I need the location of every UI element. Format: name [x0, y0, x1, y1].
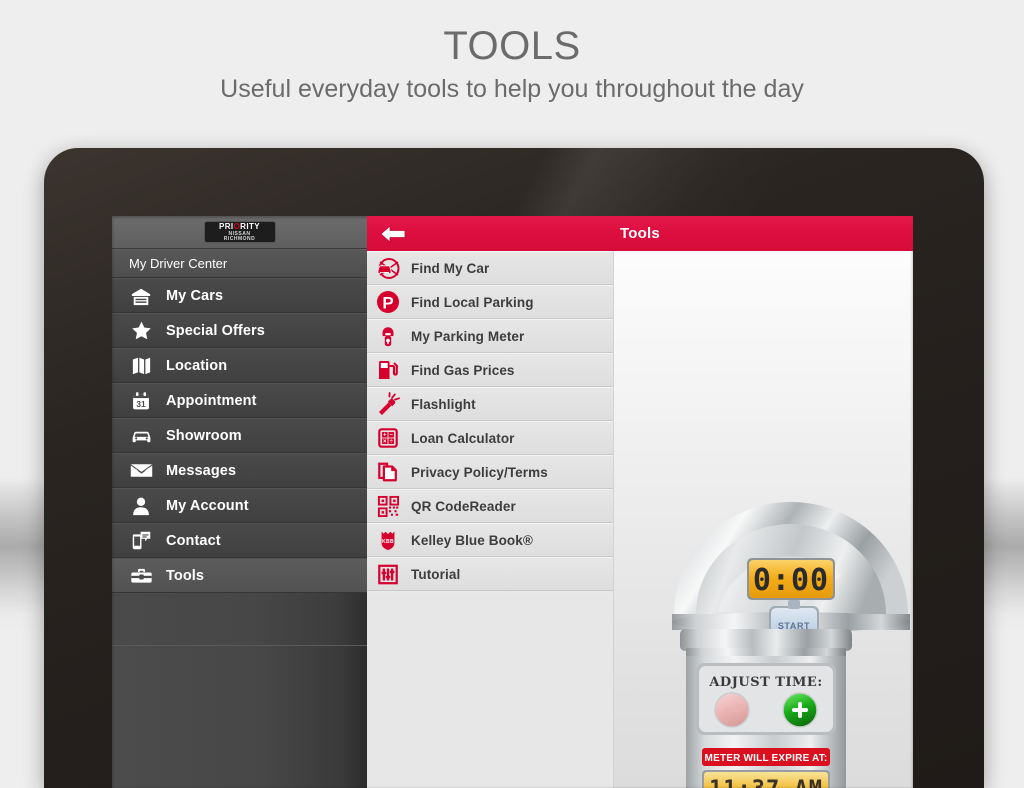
sidebar-item-contact[interactable]: Contact: [112, 523, 367, 558]
page-title: TOOLS: [443, 24, 581, 68]
topbar-title: Tools: [620, 225, 660, 242]
person-icon: [128, 495, 154, 517]
tool-row-privacy-policy-terms[interactable]: Privacy Policy/Terms: [367, 455, 613, 489]
sidebar: PRIORITY NISSAN RICHMOND My Driver Cente…: [112, 216, 367, 788]
documents-icon: [376, 460, 400, 484]
tools-list-empty-area: [367, 593, 613, 788]
tool-row-label: Flashlight: [411, 396, 476, 412]
meter-expire-label: METER WILL EXPIRE AT:: [705, 753, 828, 764]
sidebar-item-label: Location: [166, 357, 228, 374]
sidebar-header-label: My Driver Center: [129, 256, 228, 271]
logo-text-pri: PRI: [219, 221, 234, 231]
tools-list-panel: Find My Car P Find Local Parking My Parking…: [367, 216, 614, 788]
svg-text:31: 31: [136, 398, 146, 408]
sidebar-item-showroom[interactable]: Showroom: [112, 418, 367, 453]
svg-text:P: P: [382, 293, 393, 312]
sidebar-item-label: Showroom: [166, 427, 242, 444]
sidebar-item-label: Special Offers: [166, 322, 265, 339]
parking-meter-illustration: 0:00 START ADJUST TIME: METER WILL EXPIR…: [666, 496, 913, 788]
car-icon: [128, 425, 154, 447]
meter-expire-time: 11:37 AM: [709, 777, 823, 788]
content-panel: 0:00 START ADJUST TIME: METER WILL EXPIR…: [614, 216, 913, 788]
sidebar-item-label: Tools: [166, 567, 205, 584]
parking-meter-icon: [376, 324, 400, 348]
page-subtitle: Useful everyday tools to help you throug…: [220, 75, 804, 103]
sidebar-item-location[interactable]: Location: [112, 348, 367, 383]
tablet-device: PRIORITY NISSAN RICHMOND My Driver Cente…: [44, 148, 984, 788]
garage-icon: [128, 285, 154, 307]
parking-meter-svg: 0:00 START ADJUST TIME: METER WILL EXPIR…: [672, 502, 910, 788]
tablet-screen: PRIORITY NISSAN RICHMOND My Driver Cente…: [112, 216, 913, 788]
qr-code-icon: [376, 494, 400, 518]
tools-list: Find My Car P Find Local Parking My Parking…: [367, 251, 613, 591]
logo-text-rity: RITY: [240, 221, 260, 231]
sidebar-item-label: Contact: [166, 532, 221, 549]
phone-chat-icon: [128, 530, 154, 552]
headline-block: TOOLS Useful everyday tools to help you …: [0, 22, 1024, 106]
car-radar-icon: [376, 256, 400, 280]
svg-text:−: −: [389, 432, 393, 438]
dealer-logo[interactable]: PRIORITY NISSAN RICHMOND: [203, 221, 276, 243]
tool-row-tutorial[interactable]: Tutorial: [367, 557, 613, 591]
sidebar-item-special-offers[interactable]: Special Offers: [112, 313, 367, 348]
parking-p-icon: P: [376, 290, 400, 314]
tool-row-label: Find Gas Prices: [411, 362, 515, 378]
tool-row-label: QR CodeReader: [411, 498, 516, 514]
svg-text:×: ×: [383, 439, 387, 445]
sidebar-item-label: Appointment: [166, 392, 257, 409]
sidebar-header-my-driver-center[interactable]: My Driver Center: [112, 249, 367, 278]
meter-top-display: 0:00: [753, 563, 829, 598]
map-icon: [128, 355, 154, 377]
svg-text:KBB: KBB: [382, 538, 394, 544]
sidebar-item-messages[interactable]: Messages: [112, 453, 367, 488]
tool-row-label: Find My Car: [411, 260, 490, 276]
tool-row-loan-calculator[interactable]: + − × ÷ Loan Calculator: [367, 421, 613, 455]
envelope-icon: [128, 460, 154, 482]
logo-line-priority: PRIORITY: [219, 221, 260, 231]
sidebar-item-label: My Cars: [166, 287, 224, 304]
flashlight-icon: [376, 392, 400, 416]
sidebar-empty-area: [112, 645, 367, 788]
logo-line-richmond: RICHMOND: [223, 235, 256, 242]
calculator-icon: + − × ÷: [376, 426, 400, 450]
sidebar-logo-bar: PRIORITY NISSAN RICHMOND: [112, 216, 367, 249]
tool-row-find-gas-prices[interactable]: Find Gas Prices: [367, 353, 613, 387]
tool-row-label: Loan Calculator: [411, 430, 515, 446]
svg-text:+: +: [383, 432, 387, 438]
back-arrow-icon[interactable]: [379, 224, 407, 244]
tool-row-label: Privacy Policy/Terms: [411, 464, 548, 480]
sidebar-nav: My Cars Special Offers Location 31 Appointme…: [112, 278, 367, 593]
star-icon: [128, 320, 154, 342]
meter-adjust-label: ADJUST TIME:: [708, 675, 822, 690]
sidebar-item-tools[interactable]: Tools: [112, 558, 367, 593]
sidebar-item-my-cars[interactable]: My Cars: [112, 278, 367, 313]
sidebar-item-label: My Account: [166, 497, 249, 514]
tools-topbar: Tools: [367, 216, 913, 251]
tool-row-label: Tutorial: [411, 566, 461, 582]
toolbox-icon: [128, 565, 154, 587]
gas-pump-icon: [376, 358, 400, 382]
sidebar-item-appointment[interactable]: 31 Appointment: [112, 383, 367, 418]
kbb-badge-icon: KBB: [376, 528, 400, 552]
tool-row-label: Kelley Blue Book®: [411, 532, 533, 548]
tool-row-find-local-parking[interactable]: P Find Local Parking: [367, 285, 613, 319]
sidebar-item-label: Messages: [166, 462, 237, 479]
sidebar-item-my-account[interactable]: My Account: [112, 488, 367, 523]
tool-row-qr-codereader[interactable]: QR CodeReader: [367, 489, 613, 523]
tool-row-kelley-blue-book-[interactable]: KBB Kelley Blue Book®: [367, 523, 613, 557]
tool-row-label: Find Local Parking: [411, 294, 534, 310]
tool-row-my-parking-meter[interactable]: My Parking Meter: [367, 319, 613, 353]
tool-row-flashlight[interactable]: Flashlight: [367, 387, 613, 421]
tool-row-label: My Parking Meter: [411, 328, 525, 344]
calendar-icon: 31: [128, 390, 154, 412]
tutorial-sliders-icon: [376, 562, 400, 586]
tool-row-find-my-car[interactable]: Find My Car: [367, 251, 613, 285]
